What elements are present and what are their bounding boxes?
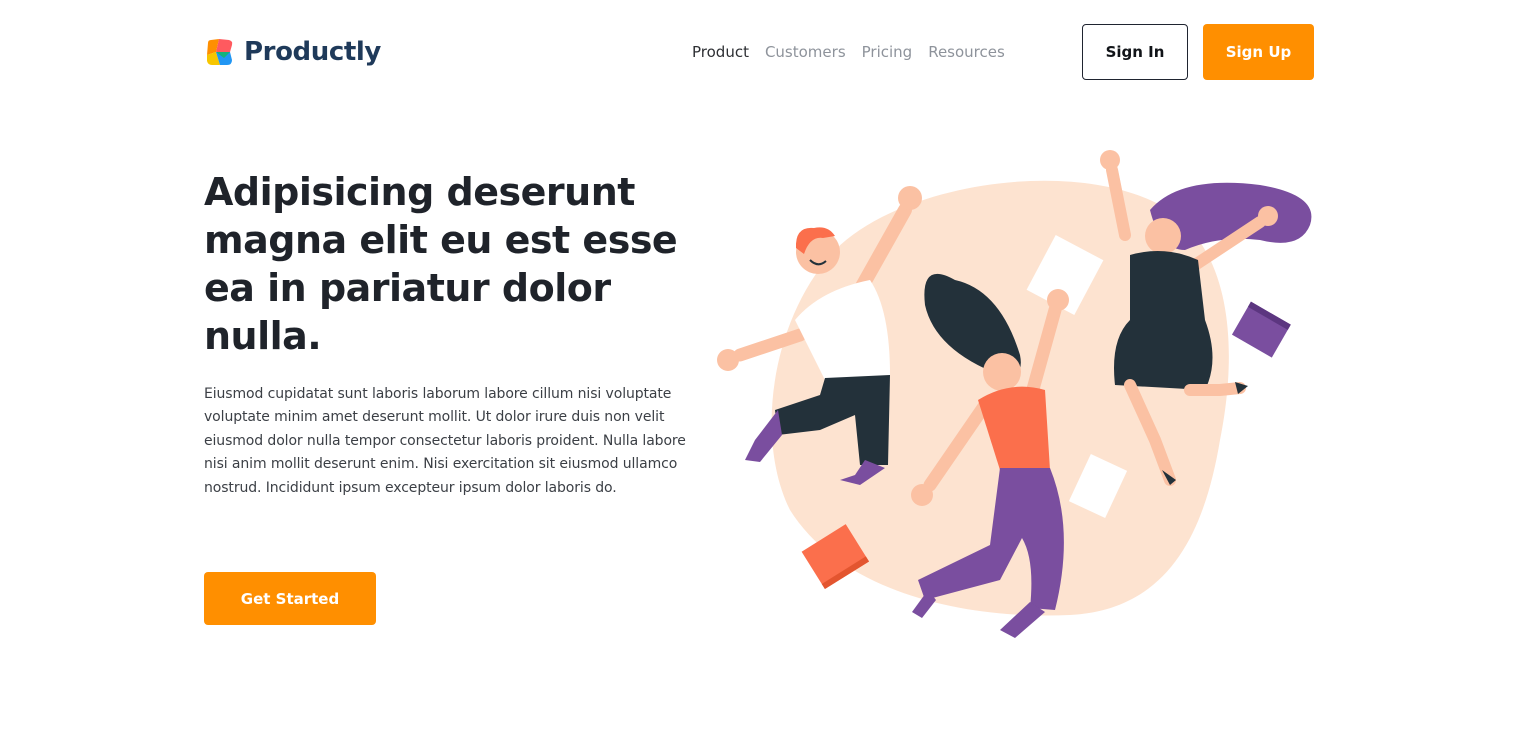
productly-logo-icon xyxy=(207,39,233,65)
jumping-people-illustration xyxy=(717,150,1312,638)
get-started-button[interactable]: Get Started xyxy=(204,572,376,625)
brand-logo[interactable]: Productly xyxy=(204,36,381,68)
hero-description: Eiusmod cupidatat sunt laboris laborum l… xyxy=(204,386,686,496)
sign-in-button[interactable]: Sign In xyxy=(1082,24,1188,80)
nav-link-product[interactable]: Product xyxy=(692,42,749,62)
purple-book xyxy=(1231,301,1291,358)
hero-title: Adipisicing deserunt magna elit eu est e… xyxy=(204,170,678,358)
main-nav: Product Customers Pricing Resources xyxy=(692,24,1005,80)
brand-name: Productly xyxy=(244,37,381,67)
site-header: Productly Product Customers Pricing Reso… xyxy=(204,24,1314,80)
nav-link-customers[interactable]: Customers xyxy=(765,42,846,62)
nav-link-resources[interactable]: Resources xyxy=(928,42,1005,62)
sign-up-button[interactable]: Sign Up xyxy=(1203,24,1314,80)
landing-page: Productly Product Customers Pricing Reso… xyxy=(0,0,1518,730)
nav-link-pricing[interactable]: Pricing xyxy=(862,42,913,62)
